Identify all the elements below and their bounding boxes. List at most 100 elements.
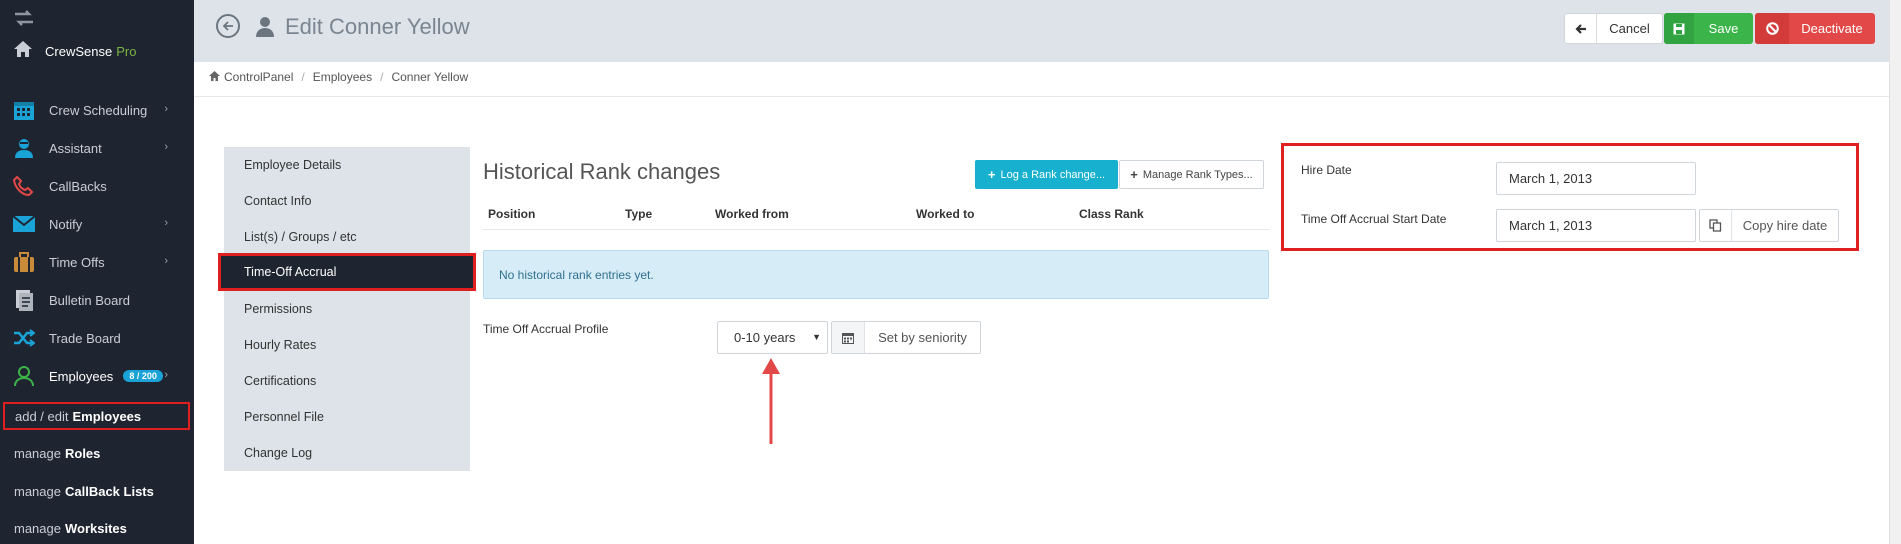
set-by-seniority-button[interactable]: Set by seniority	[831, 321, 981, 354]
breadcrumb-item[interactable]: Employees	[313, 70, 372, 84]
hire-date-input[interactable]: March 1, 2013	[1496, 162, 1696, 195]
column-header-class-rank[interactable]: Class Rank	[1079, 207, 1144, 221]
deactivate-button[interactable]: Deactivate	[1755, 13, 1875, 44]
sub-bold: Worksites	[64, 520, 127, 536]
breadcrumb-separator: /	[380, 70, 384, 84]
column-header-type[interactable]: Type	[625, 207, 652, 221]
envelope-icon	[12, 212, 36, 236]
column-header-position[interactable]: Position	[488, 207, 535, 221]
breadcrumb-item[interactable]: ControlPanel	[224, 70, 293, 84]
sidebar-sub-manage-callback-lists[interactable]: manage CallBack Lists	[0, 476, 194, 506]
sub-bold: CallBack Lists	[64, 483, 154, 499]
sidebar-item-label: Trade Board	[49, 330, 121, 346]
breadcrumb-separator: /	[301, 70, 305, 84]
phone-icon	[12, 174, 36, 198]
breadcrumb-item: Conner Yellow	[391, 70, 469, 84]
caret-down-icon: ▼	[812, 332, 821, 342]
cancel-button[interactable]: Cancel	[1564, 13, 1663, 44]
column-header-worked-to[interactable]: Worked to	[916, 207, 974, 221]
brand-suffix: Pro	[116, 43, 137, 59]
sidebar-sub-add-edit-employees[interactable]: add / edit Employees	[3, 402, 190, 430]
tab-hourly-rates[interactable]: Hourly Rates	[224, 327, 470, 363]
calendar-icon	[12, 98, 36, 122]
cancel-label: Cancel	[1609, 21, 1650, 36]
log-rank-change-button[interactable]: + Log a Rank change...	[975, 160, 1118, 189]
accrual-start-date-label: Time Off Accrual Start Date	[1301, 212, 1447, 226]
chevron-right-icon: ›	[164, 103, 168, 115]
sidebar-item-label: CallBacks	[49, 178, 107, 194]
ban-icon	[1755, 13, 1789, 44]
manage-rank-types-button[interactable]: + Manage Rank Types...	[1119, 160, 1264, 189]
chevron-right-icon: ›	[164, 369, 168, 381]
sidebar-item-label: Employees	[49, 368, 114, 384]
tab-lists-groups[interactable]: List(s) / Groups / etc	[224, 219, 470, 255]
table-divider	[483, 229, 1269, 230]
sidebar-sub-manage-worksites[interactable]: manage Worksites	[0, 513, 194, 543]
dates-panel: Hire Date March 1, 2013 Time Off Accrual…	[1281, 143, 1859, 251]
sub-prefix: manage	[14, 483, 61, 499]
tab-change-log[interactable]: Change Log	[224, 435, 470, 471]
sidebar-item-notify[interactable]: Notify ›	[0, 205, 194, 243]
page-header: Edit Conner Yellow Cancel Save Deactivat…	[194, 0, 1901, 62]
accrual-start-date-input[interactable]: March 1, 2013	[1496, 209, 1696, 242]
tab-permissions[interactable]: Permissions	[224, 291, 470, 327]
sub-bold: Employees	[72, 408, 142, 424]
copy-hire-date-button[interactable]: Copy hire date	[1699, 209, 1839, 242]
floppy-disk-icon	[1664, 13, 1694, 44]
sidebar-item-bulletin-board[interactable]: Bulletin Board	[0, 281, 194, 319]
accrual-profile-label: Time Off Accrual Profile	[483, 322, 609, 336]
back-arrow-icon[interactable]	[216, 14, 240, 38]
home-icon	[209, 70, 220, 84]
accrual-profile-value: 0-10 years	[734, 330, 796, 345]
tab-employee-details[interactable]: Employee Details	[224, 147, 470, 183]
plus-icon: +	[1130, 167, 1138, 182]
tab-time-off-accrual[interactable]: Time-Off Accrual	[218, 253, 476, 291]
sidebar-item-crew-scheduling[interactable]: Crew Scheduling ›	[0, 91, 194, 129]
hire-date-label: Hire Date	[1301, 163, 1352, 177]
sidebar-item-label: Time Offs	[49, 254, 105, 270]
log-rank-change-label: Log a Rank change...	[1000, 168, 1106, 181]
calendar-icon	[832, 322, 865, 353]
sidebar-item-employees[interactable]: Employees 8 / 200 ›	[0, 357, 194, 395]
sidebar-item-label: Assistant	[49, 140, 102, 156]
sidebar-item-label: Notify	[49, 216, 83, 232]
copy-icon	[1700, 210, 1732, 241]
save-button[interactable]: Save	[1664, 13, 1753, 44]
save-label: Save	[1708, 21, 1739, 36]
set-by-seniority-label: Set by seniority	[878, 330, 967, 345]
plus-icon: +	[987, 167, 996, 182]
sidebar-item-time-offs[interactable]: Time Offs ›	[0, 243, 194, 281]
arrow-left-icon	[1565, 14, 1597, 43]
divider	[194, 96, 1901, 97]
tab-certifications[interactable]: Certifications	[224, 363, 470, 399]
shuffle-icon	[12, 326, 36, 350]
swap-arrows-icon[interactable]	[13, 8, 35, 28]
accrual-profile-select[interactable]: 0-10 years ▼	[717, 321, 828, 354]
sub-prefix: manage	[14, 520, 61, 536]
tab-contact-info[interactable]: Contact Info	[224, 183, 470, 219]
sidebar-item-assistant[interactable]: Assistant ›	[0, 129, 194, 167]
sidebar-item-trade-board[interactable]: Trade Board	[0, 319, 194, 357]
brand[interactable]: CrewSense Pro	[13, 40, 136, 62]
chevron-right-icon: ›	[164, 217, 168, 229]
user-icon	[255, 16, 275, 43]
home-icon	[13, 40, 33, 63]
column-header-worked-from[interactable]: Worked from	[715, 207, 789, 221]
sidebar: CrewSense Pro Crew Scheduling › Assistan…	[0, 0, 194, 544]
sidebar-item-label: Crew Scheduling	[49, 102, 148, 118]
empty-state-message: No historical rank entries yet.	[483, 250, 1269, 299]
sidebar-item-label: Bulletin Board	[49, 292, 130, 308]
sidebar-sub-manage-roles[interactable]: manage Roles	[0, 438, 194, 468]
deactivate-label: Deactivate	[1801, 21, 1863, 36]
tab-personnel-file[interactable]: Personnel File	[224, 399, 470, 435]
vertical-scrollbar[interactable]	[1889, 0, 1901, 544]
assistant-icon	[12, 136, 36, 160]
copy-hire-date-label: Copy hire date	[1742, 218, 1828, 233]
employee-tab-nav: Employee Details Contact Info List(s) / …	[218, 147, 476, 471]
chevron-right-icon: ›	[164, 255, 168, 267]
breadcrumb: ControlPanel / Employees / Conner Yellow	[209, 70, 468, 84]
sidebar-item-callbacks[interactable]: CallBacks	[0, 167, 194, 205]
user-icon	[12, 364, 36, 388]
employee-count-badge: 8 / 200	[123, 370, 163, 382]
manage-rank-types-label: Manage Rank Types...	[1142, 168, 1253, 181]
